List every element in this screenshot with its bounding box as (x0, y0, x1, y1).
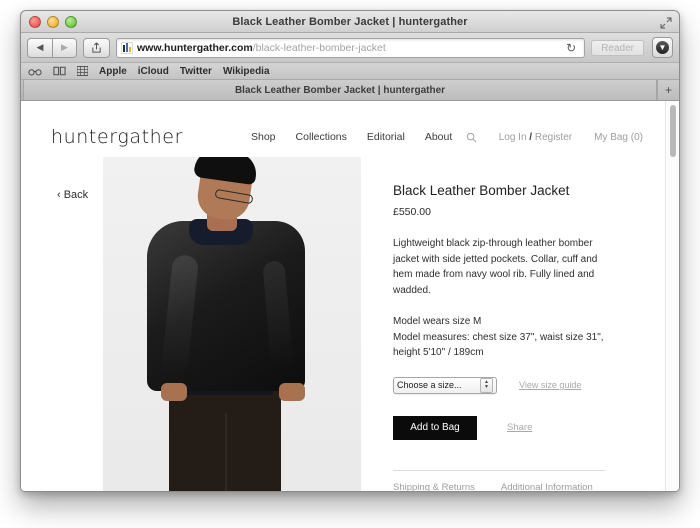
traffic-lights (29, 16, 77, 28)
size-select[interactable]: Choose a size... ▲ ▼ (393, 376, 497, 394)
top-sites-icon[interactable] (77, 66, 88, 76)
fullscreen-icon[interactable] (660, 16, 672, 29)
product-details: Black Leather Bomber Jacket £550.00 Ligh… (361, 157, 643, 492)
reload-icon[interactable]: ↻ (566, 41, 580, 55)
bookmark-wikipedia[interactable]: Wikipedia (223, 66, 270, 77)
size-stepper-icon[interactable]: ▲ ▼ (480, 377, 493, 393)
nav-item-shop[interactable]: Shop (251, 131, 276, 143)
web-page: huntergather Shop Collections Editorial … (21, 101, 665, 492)
utility-navigation: Log In / Register My Bag (0) (466, 132, 643, 143)
figure-jacket (147, 221, 305, 391)
login-label: Log In (498, 131, 530, 143)
back-link[interactable]: ‹ Back (57, 189, 88, 201)
figure-legs (169, 387, 281, 491)
back-button[interactable]: ◀ (27, 37, 52, 58)
browser-window: Black Leather Bomber Jacket | huntergath… (20, 10, 680, 492)
new-tab-button[interactable]: + (657, 80, 679, 100)
reader-button[interactable]: Reader (591, 39, 644, 56)
product-price: £550.00 (393, 206, 431, 218)
minimize-button[interactable] (47, 16, 59, 28)
window-titlebar: Black Leather Bomber Jacket | huntergath… (21, 11, 679, 33)
nav-item-about[interactable]: About (425, 131, 452, 143)
page-viewport: huntergather Shop Collections Editorial … (21, 101, 679, 492)
nav-item-editorial[interactable]: Editorial (367, 131, 405, 143)
main-navigation: Shop Collections Editorial About (251, 131, 452, 143)
bookmark-apple[interactable]: Apple (99, 66, 127, 77)
browser-toolbar: ◀ ▶ www.huntergather.com/black-leather-b… (21, 33, 679, 63)
close-button[interactable] (29, 16, 41, 28)
additional-information-link[interactable]: Additional Information (501, 482, 593, 492)
share-button[interactable] (83, 37, 110, 58)
favicon (121, 41, 133, 54)
size-select-value: Choose a size... (397, 380, 462, 390)
cta-row: Add to Bag Share (393, 415, 643, 440)
url-host: www.huntergather.com (137, 41, 253, 54)
add-to-bag-button[interactable]: Add to Bag (393, 415, 477, 440)
size-row: Choose a size... ▲ ▼ View size guide (393, 376, 643, 394)
tab-active[interactable]: Black Leather Bomber Jacket | huntergath… (23, 80, 657, 100)
url-text: www.huntergather.com/black-leather-bombe… (137, 42, 386, 54)
nav-item-collections[interactable]: Collections (296, 131, 347, 143)
product-content: ‹ Back Black Leather Bomber Jacket £550.… (21, 157, 665, 492)
product-image[interactable] (103, 157, 361, 491)
address-bar[interactable]: www.huntergather.com/black-leather-bombe… (116, 37, 586, 58)
zoom-button[interactable] (65, 16, 77, 28)
downloads-button[interactable]: ▼ (652, 37, 673, 58)
login-register-link[interactable]: Log In / Register (499, 132, 572, 143)
my-bag-link[interactable]: My Bag (0) (594, 132, 643, 143)
bookmarks-icon[interactable] (53, 66, 66, 76)
product-info-links: Shipping & Returns Additional Informatio… (393, 471, 605, 492)
back-column: ‹ Back (21, 157, 103, 491)
scrollbar-thumb[interactable] (670, 105, 676, 157)
bookmark-icloud[interactable]: iCloud (138, 66, 169, 77)
figure-hand-left (161, 383, 187, 401)
bookmark-twitter[interactable]: Twitter (180, 66, 212, 77)
register-label: Register (532, 131, 573, 143)
window-title: Black Leather Bomber Jacket | huntergath… (232, 16, 468, 28)
nav-button-group: ◀ ▶ (27, 37, 77, 58)
product-title: Black Leather Bomber Jacket (393, 183, 570, 198)
size-guide-link[interactable]: View size guide (519, 380, 581, 390)
reading-list-icon[interactable] (28, 67, 42, 76)
bookmarks-bar: Apple iCloud Twitter Wikipedia (21, 63, 679, 80)
figure-hand-right (279, 383, 305, 401)
downloads-icon: ▼ (656, 41, 669, 54)
share-link[interactable]: Share (507, 422, 532, 433)
search-icon[interactable] (466, 132, 477, 143)
forward-button[interactable]: ▶ (52, 37, 77, 58)
tab-bar: Black Leather Bomber Jacket | huntergath… (21, 80, 679, 101)
site-header: huntergather Shop Collections Editorial … (21, 101, 665, 157)
url-path: /black-leather-bomber-jacket (252, 41, 386, 54)
site-logo[interactable]: huntergather (51, 126, 183, 148)
product-description: Lightweight black zip-through leather bo… (393, 238, 598, 296)
page-scrollbar[interactable] (665, 101, 679, 491)
shipping-returns-link[interactable]: Shipping & Returns (393, 482, 475, 492)
product-measurements: Model wears size M Model measures: chest… (393, 316, 604, 358)
